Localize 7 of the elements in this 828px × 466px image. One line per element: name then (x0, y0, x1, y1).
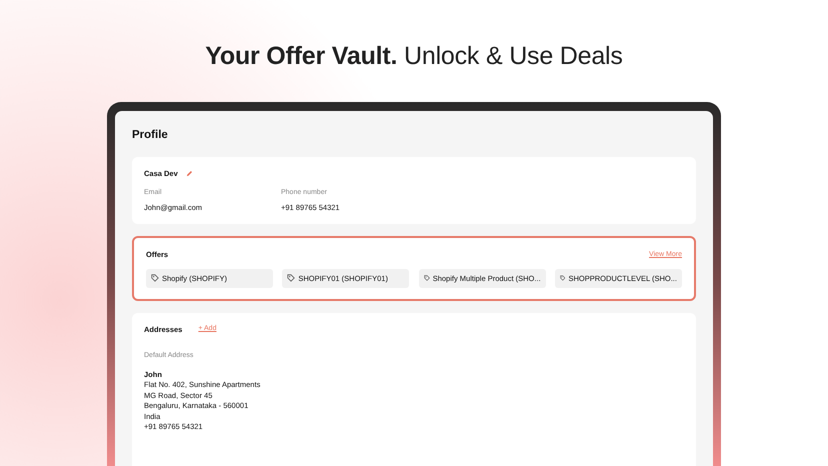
tag-icon (424, 274, 430, 282)
pencil-icon[interactable] (186, 170, 193, 178)
page-title: Profile (132, 128, 169, 143)
tag-icon (560, 274, 566, 282)
tag-icon (287, 274, 296, 282)
headline: Your Offer Vault. Unlock & Use Deals (204, 41, 624, 72)
tag-icon (151, 274, 159, 282)
